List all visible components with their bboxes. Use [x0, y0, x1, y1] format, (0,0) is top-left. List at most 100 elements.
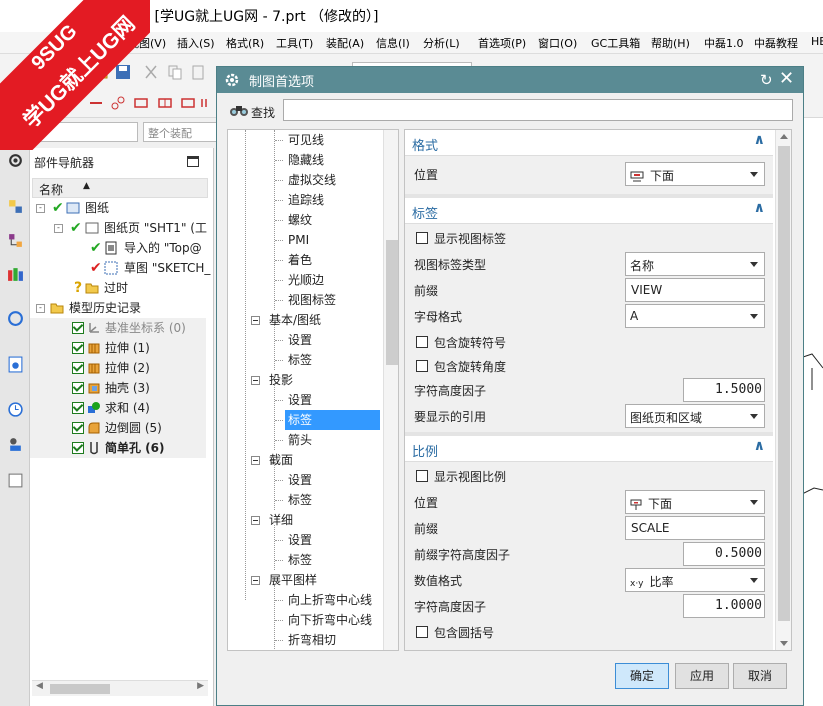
scale-position-dropdown[interactable]: 下面 — [625, 490, 765, 514]
dimension-icon[interactable] — [88, 95, 104, 111]
visibility-checkbox[interactable] — [72, 422, 84, 434]
frame-icon[interactable] — [133, 95, 149, 111]
collapse-icon[interactable] — [251, 576, 260, 585]
tree-node-drawings[interactable]: - ✔ 图纸 — [30, 198, 206, 218]
ok-button[interactable]: 确定 — [615, 663, 669, 689]
copy-icon[interactable] — [167, 64, 183, 80]
category-bend-tangent[interactable]: 折弯相切 — [228, 630, 384, 650]
category-section-settings[interactable]: 设置 — [228, 470, 384, 490]
category-bend-up-centerline[interactable]: 向上折弯中心线 — [228, 590, 384, 610]
category-projected[interactable]: 投影 — [228, 370, 384, 390]
collapse-chevron-icon[interactable]: ∧ — [754, 200, 765, 216]
value-format-dropdown[interactable]: x·y 比率 — [625, 568, 765, 592]
category-detail-label[interactable]: 标签 — [228, 550, 384, 570]
properties-scrollbar[interactable] — [775, 130, 791, 650]
collapse-chevron-icon[interactable]: ∧ — [754, 438, 765, 454]
include-rotation-symbol-checkbox[interactable] — [416, 336, 428, 348]
system-materials-icon[interactable] — [7, 472, 24, 489]
scrollbar-thumb[interactable] — [778, 146, 790, 621]
collapse-icon[interactable]: - — [36, 304, 45, 313]
tree-node-out-of-date[interactable]: ? 过时 — [30, 278, 206, 298]
save-icon[interactable] — [115, 64, 131, 80]
category-bend-down-centerline[interactable]: 向下折弯中心线 — [228, 610, 384, 630]
tree-node-extrude-2[interactable]: 拉伸 (2) — [30, 358, 206, 378]
prefix-height-input[interactable]: 0.5000 — [683, 542, 765, 566]
position-dropdown[interactable]: 下面 — [625, 162, 765, 186]
collapse-chevron-icon[interactable]: ∧ — [754, 132, 765, 148]
category-flat-pattern[interactable]: 展平图样 — [228, 570, 384, 590]
selection-filter-dropdown[interactable] — [30, 122, 138, 142]
collapse-icon[interactable] — [251, 516, 260, 525]
reference-dropdown[interactable]: 图纸页和区域 — [625, 404, 765, 428]
menu-gc-toolkit[interactable]: GC工具箱 — [591, 35, 640, 51]
frame2-icon[interactable] — [157, 95, 173, 111]
menu-hb[interactable]: HB — [811, 35, 823, 48]
category-trace-lines[interactable]: 追踪线 — [228, 190, 384, 210]
reuse-library-icon[interactable] — [7, 266, 24, 283]
tree-node-shell[interactable]: 抽壳 (3) — [30, 378, 206, 398]
tree-node-datum-csys[interactable]: 基准坐标系 (0) — [30, 318, 206, 338]
menu-format[interactable]: 格式(R) — [226, 35, 264, 51]
collapse-icon[interactable] — [251, 316, 260, 325]
settings-icon[interactable] — [7, 152, 24, 169]
clock-icon[interactable] — [7, 401, 24, 418]
collapse-icon[interactable]: - — [36, 204, 45, 213]
label-group-header[interactable]: 标签 ∧ — [405, 198, 773, 224]
cancel-button[interactable]: 取消 — [733, 663, 787, 689]
category-base-drawing[interactable]: 基本/图纸 — [228, 310, 384, 330]
category-detail[interactable]: 详细 — [228, 510, 384, 530]
category-projected-settings[interactable]: 设置 — [228, 390, 384, 410]
collapse-icon[interactable] — [251, 456, 260, 465]
category-smooth-edges[interactable]: 光顺边 — [228, 270, 384, 290]
category-projected-arrow[interactable]: 箭头 — [228, 430, 384, 450]
link-icon[interactable] — [110, 95, 126, 111]
assembly-filter-dropdown[interactable]: 整个装配 — [143, 122, 218, 142]
menu-zhonglei-tutorial[interactable]: 中磊教程 — [754, 35, 798, 51]
category-scrollbar[interactable] — [383, 130, 398, 650]
collapse-icon[interactable]: - — [54, 224, 63, 233]
horizontal-scrollbar[interactable]: ◀ ▶ — [32, 680, 208, 696]
tree-node-unite[interactable]: 求和 (4) — [30, 398, 206, 418]
category-detail-settings[interactable]: 设置 — [228, 530, 384, 550]
dialog-title-bar[interactable]: 制图首选项 ↻ ✕ — [217, 67, 803, 93]
paste-icon[interactable] — [190, 64, 206, 80]
char-height-input[interactable]: 1.5000 — [683, 378, 765, 402]
include-parens-checkbox[interactable] — [416, 626, 428, 638]
menu-analysis[interactable]: 分析(L) — [423, 35, 460, 51]
show-view-label-checkbox[interactable] — [416, 232, 428, 244]
part-navigator-icon[interactable] — [7, 232, 24, 249]
tree-node-sheet[interactable]: - ✔ 图纸页 "SHT1" (工 — [30, 218, 207, 238]
menu-tools[interactable]: 工具(T) — [276, 35, 313, 51]
scroll-down-icon[interactable] — [780, 641, 788, 646]
cut-icon[interactable] — [143, 64, 159, 80]
visibility-checkbox[interactable] — [72, 322, 84, 334]
collapse-icon[interactable] — [251, 376, 260, 385]
tree-node-imported-view[interactable]: ✔ 导入的 "Top@ — [30, 238, 206, 258]
category-base-label[interactable]: 标签 — [228, 350, 384, 370]
menu-window[interactable]: 窗口(O) — [538, 35, 577, 51]
view-label-type-dropdown[interactable]: 名称 — [625, 252, 765, 276]
menu-assembly[interactable]: 装配(A) — [326, 35, 364, 51]
apply-button[interactable]: 应用 — [675, 663, 729, 689]
tree-node-extrude-1[interactable]: 拉伸 (1) — [30, 338, 206, 358]
history-icon[interactable] — [7, 356, 24, 373]
maximize-icon[interactable] — [187, 156, 199, 167]
menu-view[interactable]: 视图(V) — [128, 35, 166, 51]
assembly-navigator-icon[interactable] — [7, 198, 24, 215]
menu-preferences[interactable]: 首选项(P) — [478, 35, 526, 51]
show-view-scale-checkbox[interactable] — [416, 470, 428, 482]
category-visible-lines[interactable]: 可见线 — [228, 130, 384, 150]
scrollbar-thumb[interactable] — [386, 240, 398, 365]
format-group-header[interactable]: 格式 ∧ — [405, 130, 773, 156]
scroll-up-icon[interactable] — [780, 134, 788, 139]
scale-prefix-input[interactable]: SCALE — [625, 516, 765, 540]
scroll-left-icon[interactable]: ◀ — [36, 681, 43, 691]
tree-node-simple-hole[interactable]: 简单孔 (6) — [30, 438, 206, 458]
scale-group-header[interactable]: 比例 ∧ — [405, 436, 773, 462]
category-view-label[interactable]: 视图标签 — [228, 290, 384, 310]
letter-format-dropdown[interactable]: A — [625, 304, 765, 328]
name-column-header[interactable]: 名称 ▲ — [32, 178, 208, 198]
tree-node-edge-blend[interactable]: 边倒圆 (5) — [30, 418, 206, 438]
tree-node-sketch[interactable]: ✔ 草图 "SKETCH_ — [30, 258, 210, 278]
open-folder-icon[interactable] — [92, 64, 108, 80]
